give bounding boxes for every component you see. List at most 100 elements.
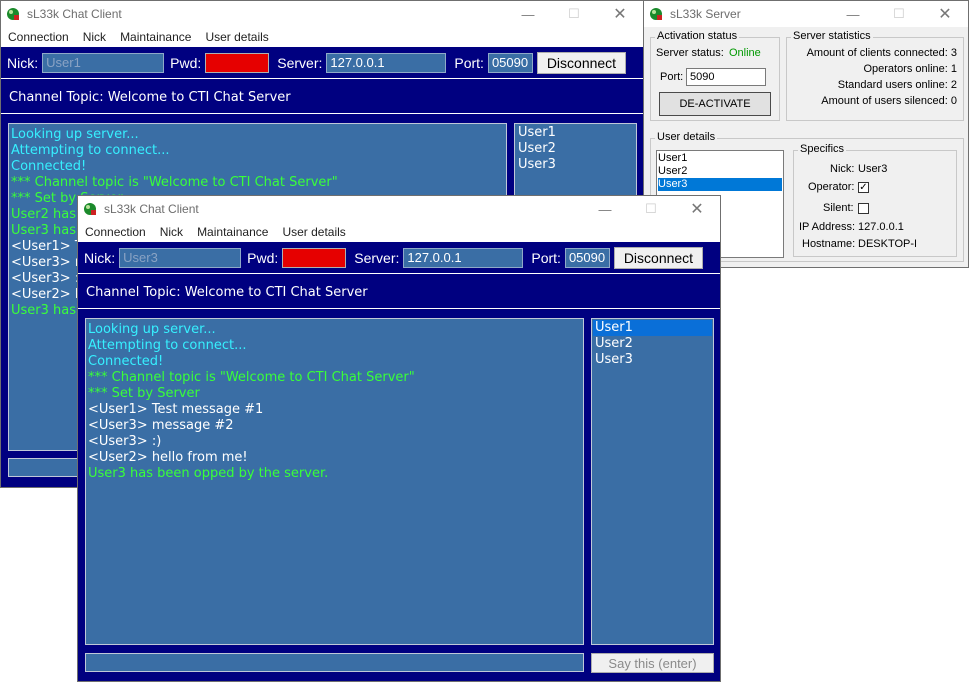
menu-connection[interactable]: Connection — [78, 225, 153, 239]
user-list-item[interactable]: User2 — [593, 336, 712, 352]
nick-label: Nick: — [84, 249, 116, 266]
silent-checkbox[interactable] — [858, 203, 869, 214]
front-client-titlebar[interactable]: sL33k Chat Client — ☐ ✕ — [78, 196, 720, 222]
activation-status-group: Activation status Server status: Online … — [650, 30, 780, 121]
log-line: Looking up server... — [11, 127, 139, 142]
log-line: *** Channel topic is "Welcome to CTI Cha… — [11, 175, 338, 190]
close-icon[interactable]: ✕ — [922, 1, 968, 27]
say-this-button[interactable]: Say this (enter) — [591, 653, 714, 673]
server-statistics-group: Server statistics Amount of clients conn… — [786, 30, 964, 121]
stat-clients-connected: Amount of clients connected: 3 — [806, 47, 957, 59]
server-user-item[interactable]: User2 — [658, 165, 782, 178]
ip-address-label: IP Address: — [799, 221, 856, 233]
menu-nick[interactable]: Nick — [76, 30, 113, 44]
group-legend: User details — [655, 131, 718, 143]
nick-value: User3 — [858, 163, 888, 175]
menu-maintainance[interactable]: Maintainance — [113, 30, 198, 44]
nick-field[interactable]: User1 — [42, 52, 165, 73]
nick-field[interactable]: User3 — [119, 247, 242, 268]
password-field[interactable] — [282, 247, 347, 268]
back-client-titlebar[interactable]: sL33k Chat Client — ☐ ✕ — [1, 1, 643, 27]
log-line: Connected! — [88, 354, 164, 369]
port-field[interactable]: 05090 — [487, 52, 533, 73]
disconnect-button[interactable]: Disconnect — [613, 246, 703, 269]
front-client-toolbar: Nick: User3 Pwd: Server: 127.0.0.1 Port:… — [78, 242, 720, 274]
disconnect-button[interactable]: Disconnect — [536, 51, 626, 74]
port-label: Port: — [660, 71, 684, 83]
log-line: Connected! — [11, 159, 87, 174]
log-line: User3 has been opped by the server. — [88, 466, 329, 481]
server-user-item-selected[interactable]: User3 — [658, 178, 782, 191]
group-legend: Activation status — [655, 30, 740, 42]
pwd-label: Pwd: — [170, 54, 202, 71]
port-field[interactable]: 05090 — [564, 247, 610, 268]
stat-users-silenced: Amount of users silenced: 0 — [821, 95, 957, 107]
maximize-icon[interactable]: ☐ — [876, 1, 922, 27]
minimize-icon[interactable]: — — [582, 196, 628, 222]
stat-operators-online: Operators online: 1 — [863, 63, 957, 75]
back-client-toolbar: Nick: User1 Pwd: Server: 127.0.0.1 Port:… — [1, 47, 643, 79]
server-field[interactable]: 127.0.0.1 — [403, 247, 524, 268]
log-line: Attempting to connect... — [11, 143, 170, 158]
operator-label: Operator: — [808, 181, 855, 193]
user-list-item-selected[interactable]: User1 — [593, 320, 712, 336]
specifics-group: Specifics Nick: User3 Operator: ✓ Silent… — [793, 143, 957, 257]
hostname-label: Hostname: — [802, 238, 856, 250]
log-line: Looking up server... — [88, 322, 216, 337]
server-titlebar[interactable]: sL33k Server — ☐ ✕ — [644, 1, 968, 27]
log-line: *** Set by Server — [88, 386, 200, 401]
user-list-item[interactable]: User1 — [516, 125, 635, 141]
window-title: sL33k Chat Client — [27, 7, 122, 21]
window-title: sL33k Server — [670, 7, 741, 21]
menu-user-details[interactable]: User details — [198, 30, 275, 44]
menu-nick[interactable]: Nick — [153, 225, 190, 239]
password-field[interactable] — [205, 52, 270, 73]
pwd-label: Pwd: — [247, 249, 279, 266]
user-list-item[interactable]: User3 — [516, 157, 635, 173]
port-input[interactable]: 5090 — [686, 68, 766, 86]
server-status-value: Online — [729, 47, 761, 59]
deactivate-button[interactable]: DE-ACTIVATE — [659, 92, 771, 116]
maximize-icon[interactable]: ☐ — [628, 196, 674, 222]
server-user-item[interactable]: User1 — [658, 152, 782, 165]
app-icon — [84, 203, 96, 215]
silent-label: Silent: — [823, 202, 854, 214]
close-icon[interactable]: ✕ — [674, 196, 720, 222]
nick-label: Nick: — [830, 163, 855, 175]
user-list-item[interactable]: User2 — [516, 141, 635, 157]
log-line: <User3> :) — [88, 434, 162, 449]
log-line: *** Channel topic is "Welcome to CTI Cha… — [88, 370, 415, 385]
front-chat-client-window: sL33k Chat Client — ☐ ✕ Connection Nick … — [77, 195, 721, 682]
user-list-item[interactable]: User3 — [593, 352, 712, 368]
app-icon — [650, 8, 662, 20]
port-label: Port: — [454, 54, 484, 71]
minimize-icon[interactable]: — — [830, 1, 876, 27]
log-line: <User3> message #2 — [88, 418, 234, 433]
window-title: sL33k Chat Client — [104, 202, 199, 216]
log-line: <User2> hello from me! — [88, 450, 248, 465]
stat-standard-users-online: Standard users online: 2 — [837, 79, 957, 91]
front-chat-log[interactable]: Looking up server... Attempting to conne… — [85, 318, 584, 645]
ip-address-value: 127.0.0.1 — [858, 221, 904, 233]
server-field[interactable]: 127.0.0.1 — [326, 52, 447, 73]
port-label: Port: — [531, 249, 561, 266]
app-icon — [7, 8, 19, 20]
front-client-menubar: Connection Nick Maintainance User detail… — [78, 222, 720, 242]
operator-checkbox[interactable]: ✓ — [858, 182, 869, 193]
log-line: <User1> Test message #1 — [88, 402, 264, 417]
server-label: Server: — [277, 54, 323, 71]
menu-user-details[interactable]: User details — [275, 225, 352, 239]
message-input[interactable] — [85, 653, 584, 672]
minimize-icon[interactable]: — — [505, 1, 551, 27]
server-label: Server: — [354, 249, 400, 266]
front-user-list[interactable]: User1 User2 User3 — [591, 318, 714, 645]
group-legend: Server statistics — [791, 30, 873, 42]
close-icon[interactable]: ✕ — [597, 1, 643, 27]
group-legend: Specifics — [798, 143, 847, 155]
nick-label: Nick: — [7, 54, 39, 71]
channel-topic: Channel Topic: Welcome to CTI Chat Serve… — [78, 276, 720, 309]
menu-maintainance[interactable]: Maintainance — [190, 225, 275, 239]
server-status-label: Server status: — [656, 47, 724, 59]
menu-connection[interactable]: Connection — [1, 30, 76, 44]
maximize-icon[interactable]: ☐ — [551, 1, 597, 27]
